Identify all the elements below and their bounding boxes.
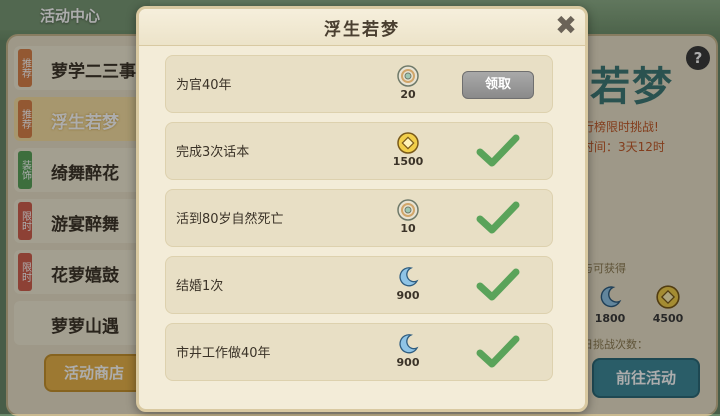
jade-icon xyxy=(396,64,420,88)
task-reward: 1500 xyxy=(388,131,428,168)
checkmark-icon xyxy=(476,133,520,169)
task-reward: 20 xyxy=(388,64,428,101)
claim-button[interactable]: 领取 xyxy=(462,71,534,99)
task-name: 市井工作做40年 xyxy=(176,346,271,361)
task-name: 为官40年 xyxy=(176,78,232,93)
modal-title: 浮生若梦 xyxy=(324,20,400,40)
task-reward: 900 xyxy=(388,265,428,302)
task-row: 市井工作做40年 900 xyxy=(165,323,553,381)
task-reward-amount: 900 xyxy=(396,289,420,302)
modal-header: 浮生若梦 ✖ xyxy=(139,9,585,46)
task-reward-amount: 20 xyxy=(400,88,416,101)
jade-icon xyxy=(396,198,420,222)
task-row: 为官40年 20 领取 xyxy=(165,55,553,113)
task-modal: 浮生若梦 ✖ 为官40年 20 领取完成3次话本 1500 活到80岁自然死亡 10 结婚1… xyxy=(136,6,588,412)
close-icon[interactable]: ✖ xyxy=(553,13,579,39)
checkmark-icon xyxy=(476,267,520,303)
task-row: 活到80岁自然死亡 10 xyxy=(165,189,553,247)
moon-icon xyxy=(396,265,420,289)
checkmark-icon xyxy=(476,200,520,236)
moon-icon xyxy=(396,332,420,356)
task-reward-amount: 1500 xyxy=(392,155,424,168)
task-reward-amount: 10 xyxy=(400,222,416,235)
task-reward: 10 xyxy=(388,198,428,235)
task-row: 结婚1次 900 xyxy=(165,256,553,314)
task-reward-amount: 900 xyxy=(396,356,420,369)
task-name: 结婚1次 xyxy=(176,279,224,294)
task-reward: 900 xyxy=(388,332,428,369)
task-row: 完成3次话本 1500 xyxy=(165,122,553,180)
task-name: 完成3次话本 xyxy=(176,145,250,160)
task-name: 活到80岁自然死亡 xyxy=(176,212,284,227)
checkmark-icon xyxy=(476,334,520,370)
task-list: 为官40年 20 领取 完成3次话本 1500 活到80岁自然死亡 10 结婚1次 900 市井工… xyxy=(165,55,553,390)
coin-icon xyxy=(396,131,420,155)
